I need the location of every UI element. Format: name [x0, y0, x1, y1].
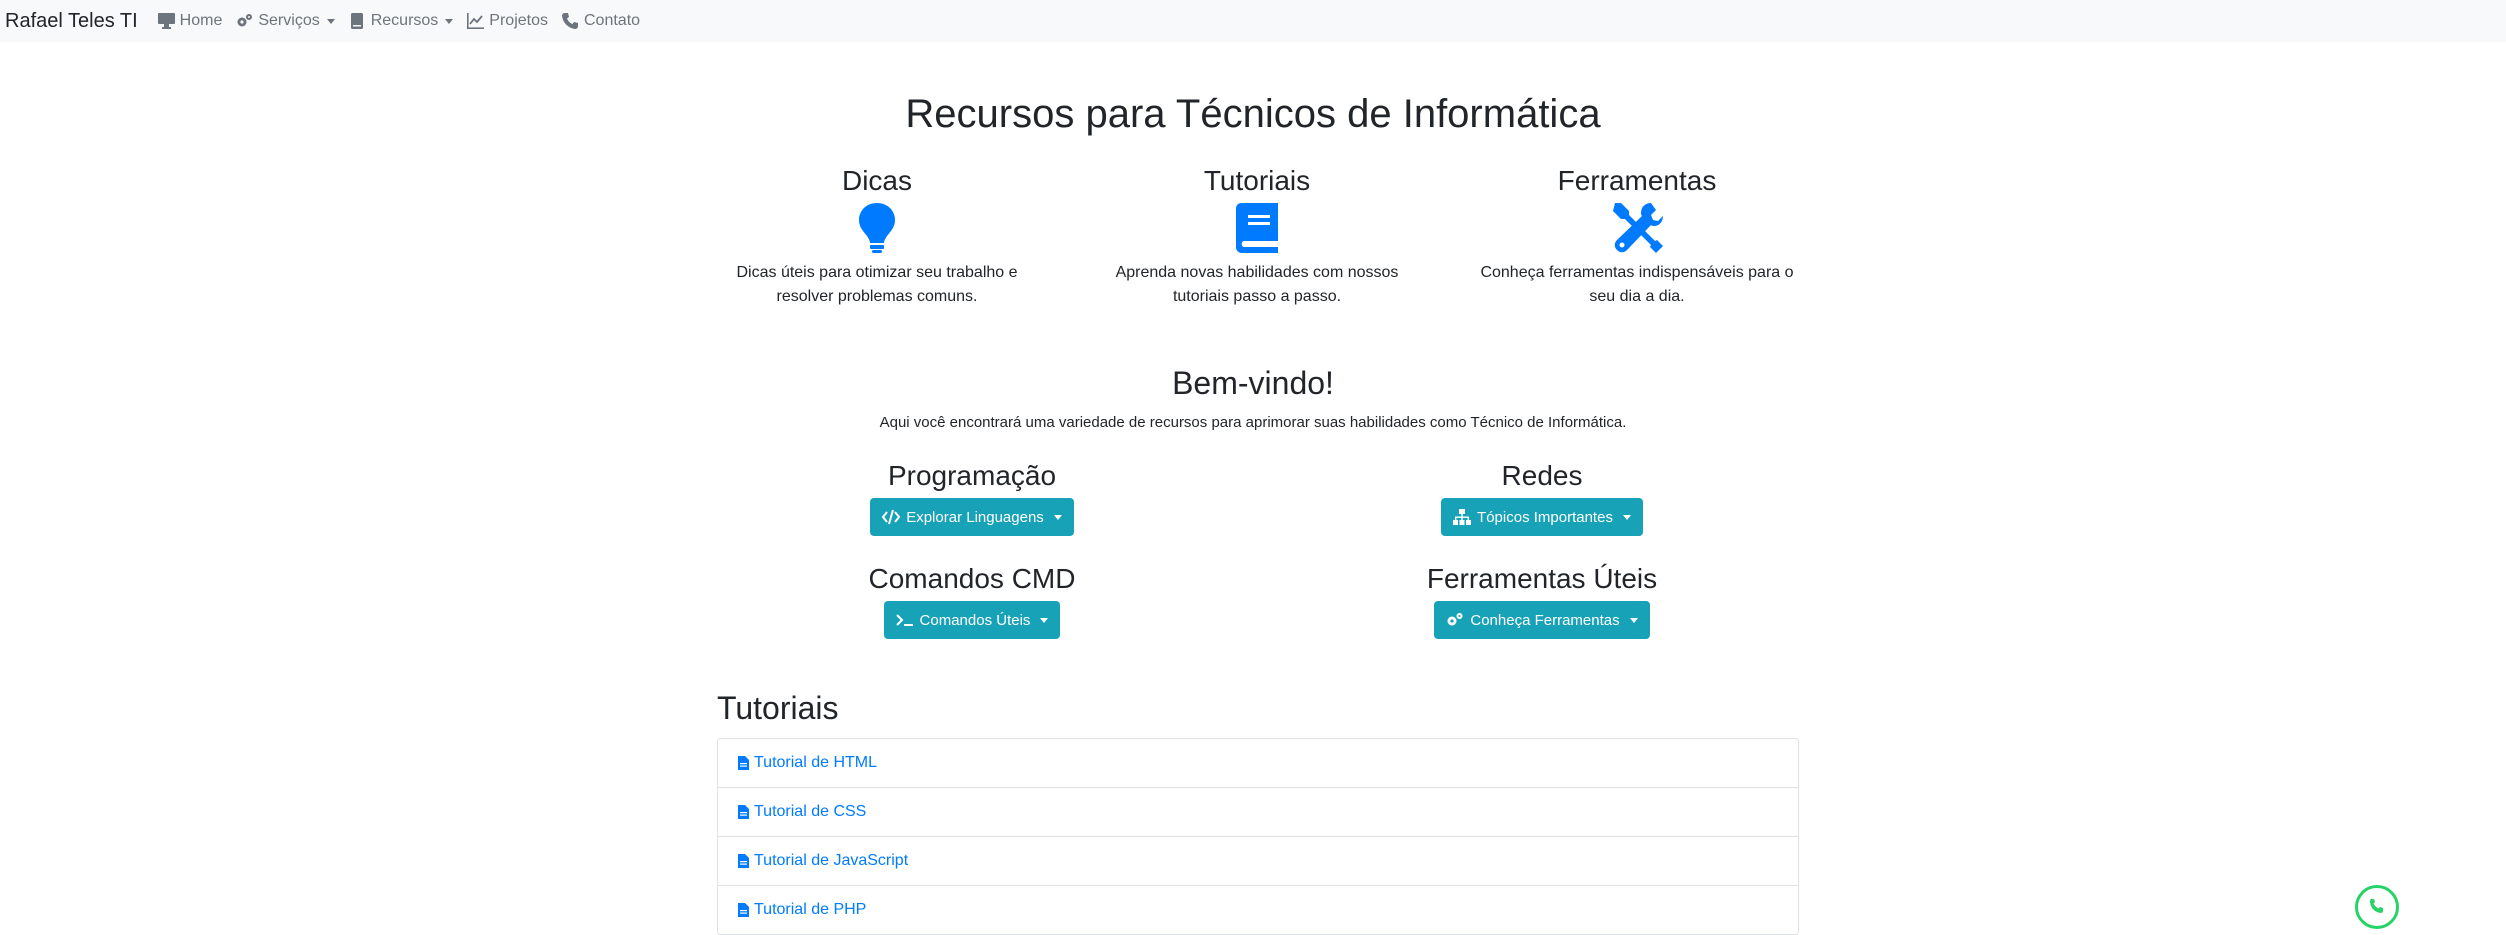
nav-item-home[interactable]: Home [157, 12, 223, 30]
page-title: Recursos para Técnicos de Informática [905, 92, 1601, 136]
list-item[interactable]: Tutorial de JavaScript [718, 837, 1798, 886]
nav-item-label: Serviços [258, 12, 320, 29]
explorar-linguagens-button[interactable]: Explorar Linguagens [870, 498, 1074, 536]
caret-down-icon [1053, 514, 1062, 520]
file-icon [738, 756, 749, 770]
feature-title: Ferramentas [1557, 165, 1717, 196]
file-icon [738, 854, 749, 868]
caret-down-icon [445, 18, 454, 24]
button-label: Comandos Úteis [919, 611, 1031, 629]
category-title: Programação [887, 460, 1057, 491]
tools-icon [1613, 203, 1663, 253]
caret-down-icon [1040, 617, 1049, 623]
file-icon [738, 805, 749, 819]
feature-ferramentas: Ferramentas Conheça ferramentas indispen… [1467, 165, 1807, 309]
whatsapp-button[interactable] [2355, 885, 2399, 929]
book-icon [350, 13, 363, 29]
category-redes: Redes Tópicos Importantes [1312, 460, 1772, 536]
button-label: Conheça Ferramentas [1470, 611, 1620, 629]
category-comandos-cmd: Comandos CMD Comandos Úteis [742, 563, 1202, 639]
tutorial-link[interactable]: Tutorial de HTML [754, 754, 877, 772]
terminal-icon [895, 614, 913, 626]
nav-item-label: Recursos [370, 12, 439, 29]
tutorials-list: Tutorial de HTML Tutorial de CSS Tutoria… [717, 738, 1799, 935]
desktop-icon [157, 13, 175, 29]
network-icon [1453, 509, 1472, 525]
nav-item-recursos[interactable]: Recursos [349, 12, 454, 30]
comandos-uteis-button[interactable]: Comandos Úteis [883, 601, 1061, 639]
cogs-icon [237, 14, 253, 27]
button-label: Tópicos Importantes [1477, 508, 1613, 526]
feature-title: Dicas [841, 165, 912, 196]
welcome-title: Bem-vindo! [1172, 365, 1334, 401]
whatsapp-icon [2370, 899, 2383, 913]
nav-item-label: Home [179, 12, 223, 29]
chart-line-icon [467, 13, 485, 29]
feature-tutoriais: Tutoriais Aprenda novas habilidades com … [1087, 165, 1427, 309]
feature-text: Aprenda novas habilidades com nossos tut… [1115, 264, 1399, 305]
welcome-text: Aqui você encontrará uma variedade de re… [879, 414, 1627, 431]
category-programacao: Programação Explorar Linguagens [742, 460, 1202, 536]
list-item[interactable]: Tutorial de PHP [718, 886, 1798, 935]
code-icon [882, 509, 901, 525]
nav-item-label: Projetos [489, 12, 548, 29]
category-title: Ferramentas Úteis [1426, 563, 1658, 594]
feature-title: Tutoriais [1203, 165, 1311, 196]
topicos-importantes-button[interactable]: Tópicos Importantes [1441, 498, 1643, 536]
tutorial-link[interactable]: Tutorial de PHP [754, 901, 866, 919]
nav-item-projetos[interactable]: Projetos [467, 12, 548, 30]
button-label: Explorar Linguagens [906, 508, 1044, 526]
nav-item-servicos[interactable]: Serviços [236, 12, 335, 30]
category-title: Comandos CMD [868, 563, 1076, 594]
feature-text: Dicas úteis para otimizar seu trabalho e… [736, 264, 1018, 305]
book-icon [1236, 203, 1278, 253]
lightbulb-icon [859, 203, 895, 253]
list-item[interactable]: Tutorial de HTML [718, 739, 1798, 788]
category-ferramentas-uteis: Ferramentas Úteis Conheça Ferramentas [1312, 563, 1772, 639]
nav-item-label: Contato [584, 12, 641, 29]
feature-dicas: Dicas Dicas úteis para otimizar seu trab… [707, 165, 1047, 309]
conheca-ferramentas-button[interactable]: Conheça Ferramentas [1434, 601, 1650, 639]
cogs-icon [1447, 613, 1463, 626]
feature-text: Conheça ferramentas indispensáveis para … [1480, 264, 1794, 305]
tutorials-title: Tutoriais [717, 690, 839, 726]
list-item[interactable]: Tutorial de CSS [718, 788, 1798, 837]
caret-down-icon [326, 18, 335, 24]
tutorial-link[interactable]: Tutorial de CSS [754, 803, 866, 821]
category-title: Redes [1501, 460, 1583, 491]
caret-down-icon [1622, 514, 1631, 520]
tutorial-link[interactable]: Tutorial de JavaScript [754, 852, 908, 870]
phone-icon [562, 13, 578, 29]
nav-item-contato[interactable]: Contato [562, 12, 640, 30]
navbar-brand[interactable]: Rafael Teles TI [5, 10, 138, 33]
caret-down-icon [1629, 617, 1638, 623]
navbar: Rafael Teles TI Home Serviços Recursos P… [0, 0, 2506, 42]
